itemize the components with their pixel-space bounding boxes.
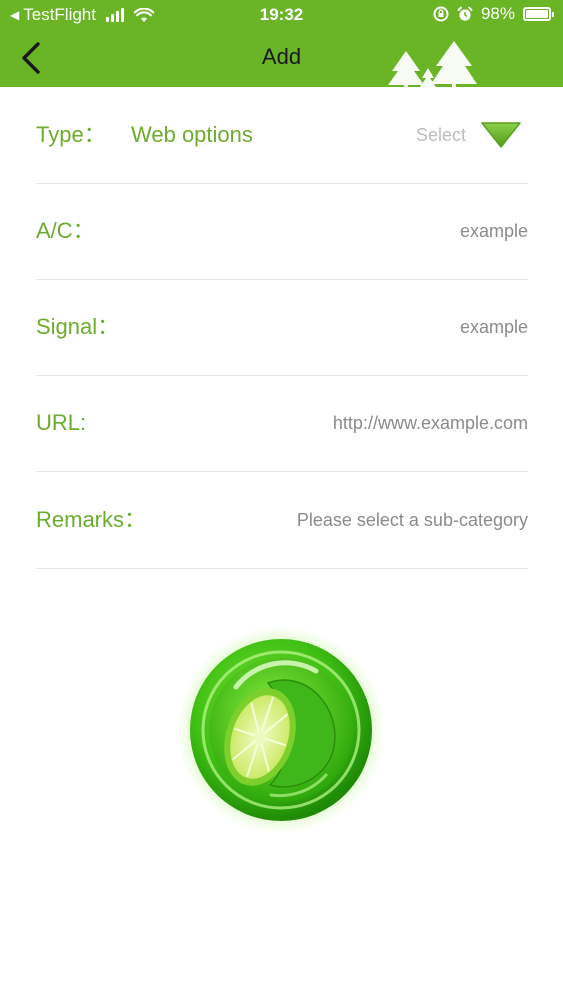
- url-input[interactable]: [198, 375, 528, 471]
- orientation-lock-icon: [433, 6, 449, 22]
- type-select-button[interactable]: Select: [416, 87, 522, 183]
- lime-icon[interactable]: [176, 625, 386, 835]
- signal-label: Signal：: [36, 314, 120, 339]
- select-label: Select: [415, 124, 466, 145]
- header-bar: ◀ TestFlight 19:32 98% Add: [0, 0, 563, 87]
- remarks-input[interactable]: [198, 472, 528, 568]
- battery-percent: 98%: [480, 4, 515, 23]
- status-bar: ◀ TestFlight 19:32 98%: [0, 0, 563, 30]
- account-input[interactable]: [198, 183, 528, 279]
- signal-input[interactable]: [198, 279, 528, 375]
- remarks-row: Remarks：: [36, 472, 528, 569]
- alarm-icon: [457, 6, 473, 21]
- remarks-label: Remarks：: [36, 507, 147, 532]
- type-label: Type：: [36, 122, 106, 147]
- type-row: Type： Web options Select: [36, 87, 528, 184]
- account-row: A/C：: [36, 183, 528, 280]
- url-row: URL:: [36, 375, 528, 472]
- status-right: 98%: [433, 4, 554, 24]
- trees-icon: [388, 41, 477, 87]
- url-label: URL:: [36, 410, 87, 435]
- signal-row: Signal：: [36, 279, 528, 376]
- account-label: A/C：: [36, 218, 95, 243]
- dropdown-triangle-icon: [481, 122, 521, 148]
- battery-icon: [523, 7, 554, 21]
- type-value: Web options: [131, 122, 253, 147]
